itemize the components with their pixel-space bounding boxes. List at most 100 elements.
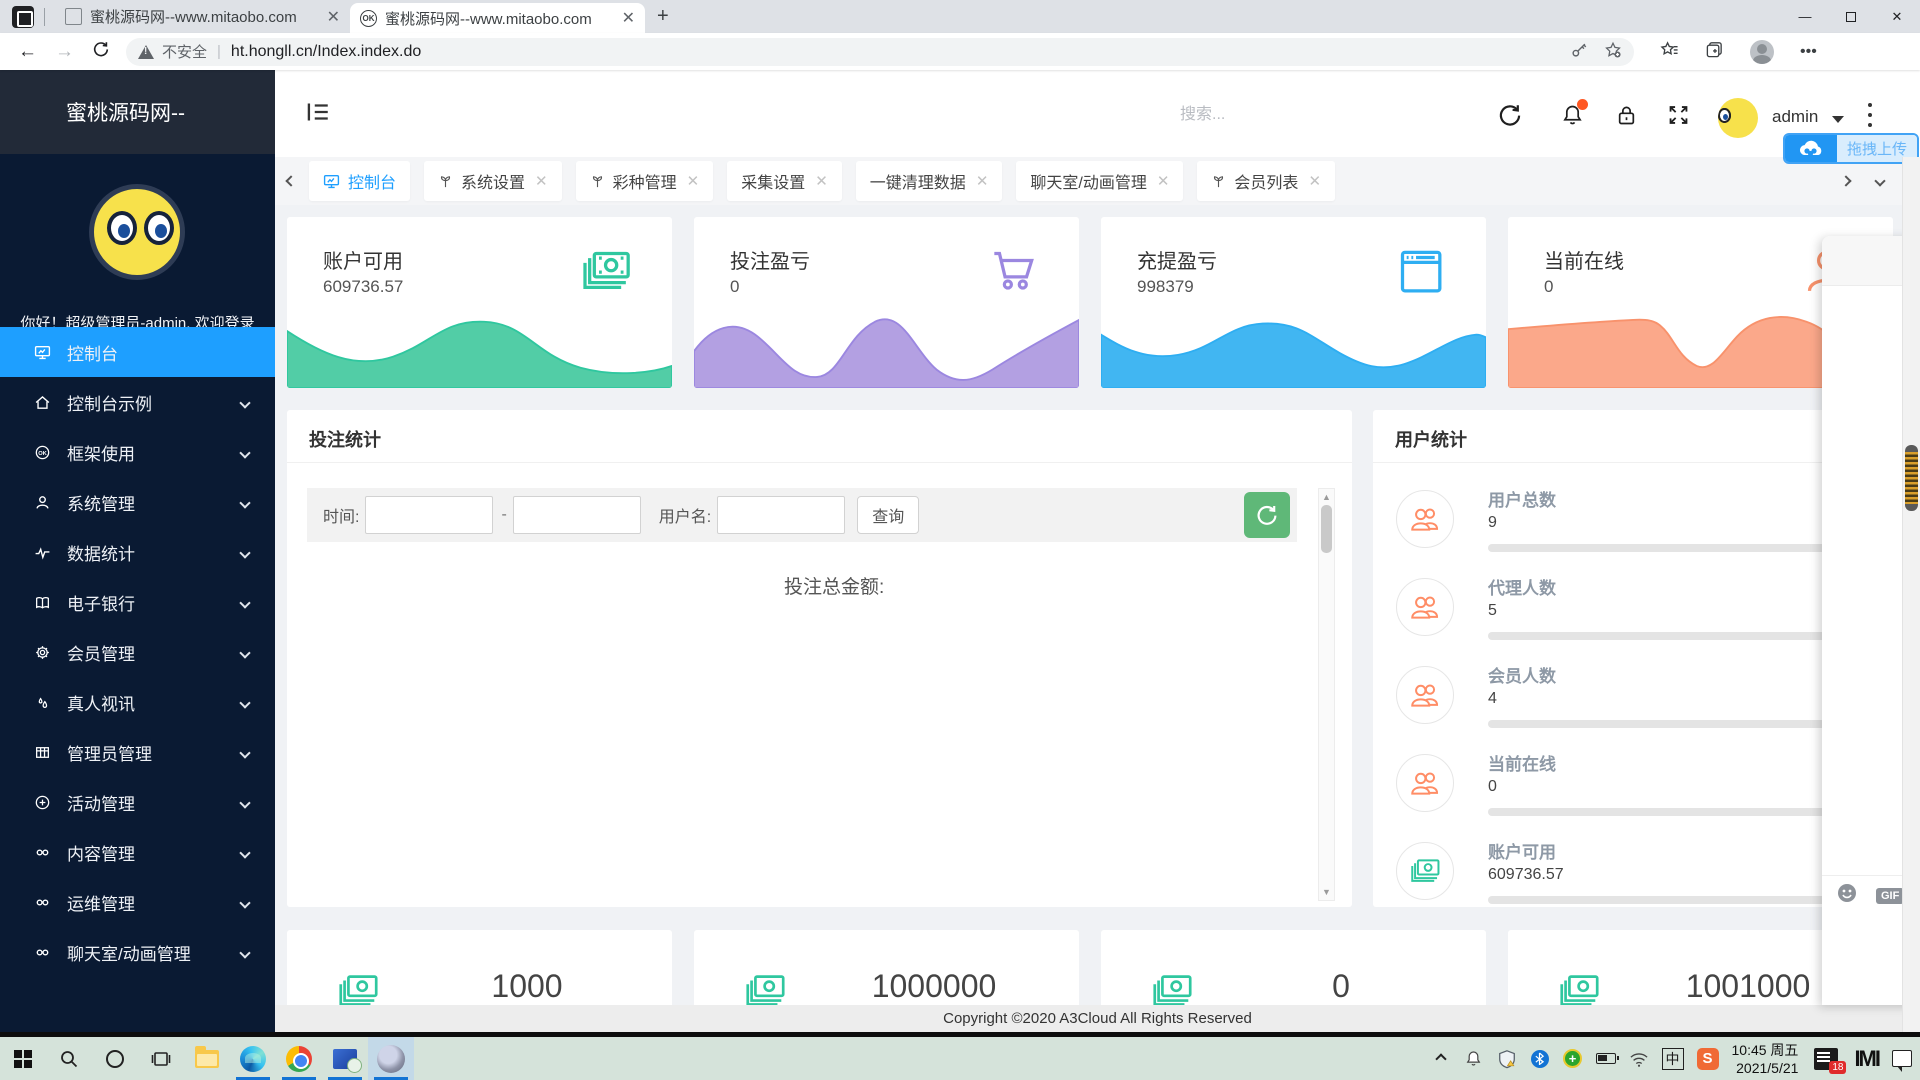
forward-icon[interactable]: → — [55, 41, 74, 63]
tab-close-icon[interactable]: ✕ — [687, 172, 700, 190]
infinity-icon — [34, 844, 51, 861]
taskbar-time: 10:45 周五 — [1732, 1041, 1799, 1059]
tab-one-key-clean[interactable]: 一键清理数据 ✕ — [856, 161, 1003, 201]
close-button[interactable]: ✕ — [1874, 0, 1920, 33]
tab-close-icon[interactable]: ✕ — [535, 172, 548, 190]
drag-upload-button[interactable]: 拖拽上传 — [1783, 133, 1919, 164]
taskbar-clock[interactable]: 10:45 周五 2021/5/21 — [1732, 1041, 1799, 1077]
sidebar-item-console-demo[interactable]: 控制台示例 — [0, 377, 275, 427]
sidebar-item-console[interactable]: 控制台 — [0, 327, 275, 377]
sidebar-item-content-management[interactable]: 内容管理 — [0, 827, 275, 877]
search-input[interactable] — [1180, 102, 1440, 128]
dashboard-icon — [34, 344, 51, 361]
tab-close-icon[interactable]: ✕ — [976, 172, 989, 190]
maximize-button[interactable] — [1828, 0, 1874, 33]
tabbar-scroll-right-icon[interactable] — [1842, 172, 1850, 190]
tab-close-icon[interactable]: ✕ — [622, 8, 635, 28]
browser-tab-active[interactable]: OK 蜜桃源码网--www.mitaobo.com ✕ — [350, 3, 645, 33]
sidebar-item-chatroom-management[interactable]: 聊天室/动画管理 — [0, 927, 275, 977]
cortana-button[interactable] — [92, 1037, 138, 1080]
notification-app-icon[interactable]: 18 — [1811, 1049, 1841, 1069]
vertical-tabs-icon[interactable] — [12, 6, 34, 28]
page-scrollbar-thumb[interactable] — [1905, 445, 1918, 511]
sidebar-item-ops-management[interactable]: 运维管理 — [0, 877, 275, 927]
ime-indicator[interactable]: 中 — [1662, 1048, 1684, 1070]
tab-collection-settings[interactable]: 采集设置 ✕ — [727, 161, 842, 201]
minimize-button[interactable]: — — [1782, 0, 1828, 33]
collections-icon[interactable] — [1705, 40, 1724, 64]
bluetooth-icon[interactable] — [1530, 1049, 1550, 1069]
sidebar-item-framework[interactable]: OK 框架使用 — [0, 427, 275, 477]
remote-desktop-button[interactable] — [322, 1037, 368, 1080]
tab-close-icon[interactable]: ✕ — [1308, 172, 1321, 190]
sidebar-item-live-video[interactable]: 真人视讯 — [0, 677, 275, 727]
sidebar-item-ebank[interactable]: 电子银行 — [0, 577, 275, 627]
chrome-taskbar-button[interactable] — [276, 1037, 322, 1080]
time-to-input[interactable] — [513, 496, 641, 534]
time-from-input[interactable] — [365, 496, 493, 534]
sidebar-item-member-management[interactable]: 会员管理 — [0, 627, 275, 677]
start-button[interactable] — [0, 1037, 46, 1080]
bottom-stat-value: 1000 — [417, 968, 637, 1005]
admin-caret-down-icon[interactable] — [1832, 116, 1844, 123]
notification-bell-icon[interactable] — [1560, 102, 1586, 128]
pinned-app-button[interactable] — [368, 1037, 414, 1080]
refresh-icon[interactable] — [1497, 102, 1523, 128]
tab-lottery-management[interactable]: 彩种管理 ✕ — [576, 161, 714, 201]
panel-scrollbar[interactable]: ▲ ▼ — [1318, 488, 1335, 901]
back-icon[interactable]: ← — [18, 41, 37, 63]
edge-taskbar-button[interactable] — [230, 1037, 276, 1080]
sidebar-item-data-statistics[interactable]: 数据统计 — [0, 527, 275, 577]
reload-icon[interactable] — [92, 40, 110, 64]
antivirus-icon[interactable]: + — [1563, 1049, 1583, 1069]
emoji-smiley-icon[interactable] — [1836, 882, 1858, 909]
scroll-up-icon[interactable]: ▲ — [1319, 492, 1334, 502]
new-tab-button[interactable]: + — [657, 5, 669, 28]
taskbar-search-button[interactable] — [46, 1037, 92, 1080]
sogou-icon[interactable]: S — [1697, 1048, 1719, 1070]
tabbar-dropdown-icon[interactable] — [1876, 172, 1884, 190]
wifi-icon[interactable] — [1629, 1049, 1649, 1069]
browser-menu-icon[interactable]: ••• — [1800, 43, 1817, 61]
chevron-down-icon — [241, 842, 249, 862]
tab-member-list[interactable]: 会员列表 ✕ — [1197, 161, 1335, 201]
browser-tab-inactive[interactable]: 蜜桃源码网--www.mitaobo.com ✕ — [55, 0, 350, 33]
tab-chatroom-animation[interactable]: 聊天室/动画管理 ✕ — [1016, 161, 1183, 201]
gif-icon[interactable]: GIF — [1876, 888, 1904, 904]
tab-system-settings[interactable]: 系统设置 ✕ — [424, 161, 562, 201]
security-shield-icon[interactable] — [1497, 1049, 1517, 1069]
sidebar-item-activity-management[interactable]: 活动管理 — [0, 777, 275, 827]
refresh-panel-button[interactable] — [1244, 492, 1290, 538]
tab-close-icon[interactable]: ✕ — [327, 7, 340, 27]
tray-expand-icon[interactable] — [1431, 1049, 1451, 1069]
favorites-icon[interactable] — [1660, 40, 1679, 64]
sidebar-item-system-management[interactable]: 系统管理 — [0, 477, 275, 527]
tabbar-scroll-left-icon[interactable] — [287, 172, 295, 190]
file-explorer-button[interactable] — [184, 1037, 230, 1080]
task-view-button[interactable] — [138, 1037, 184, 1080]
scroll-down-icon[interactable]: ▼ — [1319, 887, 1334, 897]
username-input[interactable] — [717, 496, 845, 534]
scrollbar-thumb[interactable] — [1321, 505, 1332, 553]
url-field[interactable]: 不安全 | ht.hongll.cn/Index.index.do — [126, 38, 1634, 66]
action-center-icon[interactable] — [1892, 1049, 1912, 1069]
fullscreen-icon[interactable] — [1666, 102, 1692, 128]
browser-profile-avatar[interactable] — [1750, 40, 1774, 64]
add-favorite-star-icon[interactable] — [1604, 41, 1622, 63]
admin-avatar[interactable] — [1718, 98, 1758, 138]
battery-icon[interactable] — [1596, 1049, 1616, 1069]
page-scrollbar[interactable] — [1902, 157, 1920, 1032]
tab-close-icon[interactable]: ✕ — [815, 172, 828, 190]
query-button[interactable]: 查询 — [857, 496, 919, 534]
ime-m-icon[interactable]: IMI — [1854, 1046, 1879, 1072]
tab-console[interactable]: 控制台 — [309, 161, 410, 201]
lock-icon[interactable] — [1614, 102, 1640, 128]
password-key-icon[interactable] — [1570, 41, 1588, 63]
header-more-icon[interactable] — [1868, 103, 1872, 127]
admin-username[interactable]: admin — [1772, 107, 1818, 127]
user-stat-bar — [1488, 896, 1876, 904]
sidebar-item-admin-management[interactable]: 管理员管理 — [0, 727, 275, 777]
sidebar-toggle-icon[interactable] — [305, 100, 331, 124]
tray-bell-icon[interactable] — [1464, 1049, 1484, 1069]
tab-close-icon[interactable]: ✕ — [1157, 172, 1170, 190]
